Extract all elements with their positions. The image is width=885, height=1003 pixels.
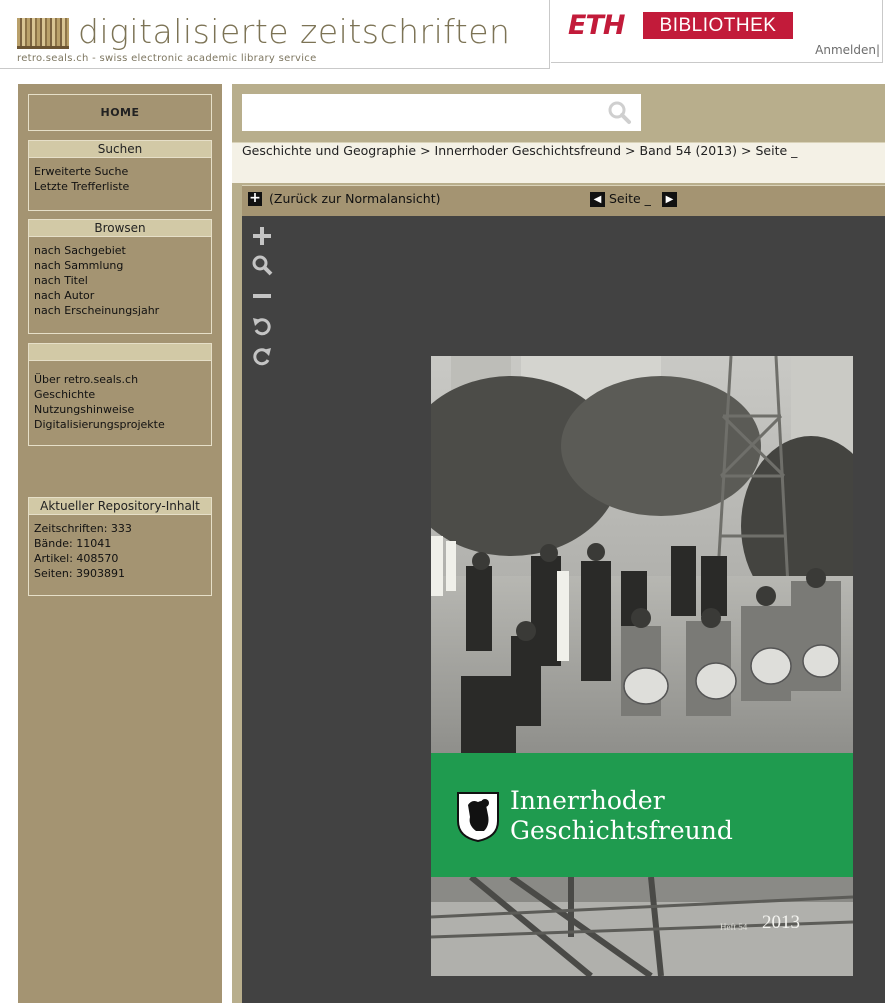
eth-logo[interactable]: ETH xyxy=(568,11,625,41)
browse-by-title-link[interactable]: nach Titel xyxy=(34,273,206,288)
breadcrumb-separator: > xyxy=(625,143,636,158)
repo-journals-count: Zeitschriften: 333 xyxy=(34,522,132,535)
breadcrumb-journal[interactable]: Innerrhoder Geschichtsfreund xyxy=(435,143,621,158)
breadcrumb-separator: > xyxy=(741,143,752,158)
eth-library-logo[interactable]: BIBLIOTHEK xyxy=(643,12,793,39)
repo-pages-count: Seiten: 3903891 xyxy=(34,567,126,580)
rotate-left-icon[interactable] xyxy=(251,315,273,337)
browse-by-author-link[interactable]: nach Autor xyxy=(34,288,206,303)
header-brand: digitalisierte zeitschriften retro.seals… xyxy=(0,0,550,69)
site-subtitle: retro.seals.ch - swiss electronic academ… xyxy=(17,53,317,64)
repo-articles-count: Artikel: 408570 xyxy=(34,552,119,565)
breadcrumb: Geschichte und Geographie > Innerrhoder Ge… xyxy=(242,143,797,158)
cover-page-image[interactable]: Innerrhoder Geschichtsfreund Heft 54 201… xyxy=(431,356,853,976)
repo-volumes-count: Bände: 11041 xyxy=(34,537,112,550)
home-button[interactable]: HOME xyxy=(28,94,212,131)
cover-issue-label: Heft 54 xyxy=(720,922,748,932)
info-panel: Über retro.seals.ch Geschichte Nutzungsh… xyxy=(28,343,212,446)
browse-panel: Browsen nach Sachgebiet nach Sammlung na… xyxy=(28,219,212,334)
browse-by-year-link[interactable]: nach Erscheinungsjahr xyxy=(34,303,206,318)
back-to-normal-view-link[interactable]: (Zurück zur Normalansicht) xyxy=(269,191,440,206)
zoom-out-icon[interactable] xyxy=(251,285,273,307)
previous-page-icon[interactable]: ◀ xyxy=(590,192,605,207)
repository-panel: Aktueller Repository-Inhalt Zeitschrifte… xyxy=(28,497,212,596)
digitization-projects-link[interactable]: Digitalisierungsprojekte xyxy=(34,417,206,432)
advanced-search-link[interactable]: Erweiterte Suche xyxy=(34,164,206,179)
breadcrumb-volume[interactable]: Band 54 (2013) xyxy=(640,143,738,158)
login-link[interactable]: Anmelden| xyxy=(815,43,880,57)
next-page-icon[interactable]: ▶ xyxy=(662,192,677,207)
zoom-in-icon[interactable] xyxy=(251,225,273,247)
repository-panel-heading: Aktueller Repository-Inhalt xyxy=(29,498,211,515)
expand-icon[interactable]: + xyxy=(248,191,262,206)
site-title[interactable]: digitalisierte zeitschriften xyxy=(78,12,510,51)
search-button[interactable] xyxy=(605,99,633,125)
cover-title-line2: Geschichtsfreund xyxy=(510,816,733,845)
about-link[interactable]: Über retro.seals.ch xyxy=(34,372,206,387)
zoom-fit-icon[interactable] xyxy=(251,255,273,277)
cover-title-line1: Innerrhoder xyxy=(510,786,665,815)
magnifier-icon xyxy=(608,101,631,124)
search-input[interactable] xyxy=(242,94,641,131)
browse-by-subject-link[interactable]: nach Sachgebiet xyxy=(34,243,206,258)
rotate-right-icon[interactable] xyxy=(251,345,273,367)
search-panel: Suchen Erweiterte Suche Letzte Trefferli… xyxy=(28,140,212,211)
historic-parade-photo xyxy=(431,356,853,753)
breadcrumb-page: Seite _ xyxy=(755,143,798,158)
info-panel-heading xyxy=(29,344,211,361)
search-panel-heading: Suchen xyxy=(29,141,211,158)
cover-title: Innerrhoder Geschichtsfreund xyxy=(510,786,733,846)
history-link[interactable]: Geschichte xyxy=(34,387,206,402)
browse-by-collection-link[interactable]: nach Sammlung xyxy=(34,258,206,273)
breadcrumb-separator: > xyxy=(420,143,431,158)
browse-panel-heading: Browsen xyxy=(29,220,211,237)
usage-notes-link[interactable]: Nutzungshinweise xyxy=(34,402,206,417)
breadcrumb-subject[interactable]: Geschichte und Geographie xyxy=(242,143,416,158)
cover-year: 2013 xyxy=(762,912,800,933)
books-logo-icon[interactable] xyxy=(17,18,69,49)
sidebar: HOME Suchen Erweiterte Suche Letzte Tref… xyxy=(18,84,222,1003)
last-results-link[interactable]: Letzte Trefferliste xyxy=(34,179,206,194)
page-indicator: Seite _ xyxy=(609,191,651,206)
bear-coat-of-arms-icon xyxy=(457,792,499,843)
